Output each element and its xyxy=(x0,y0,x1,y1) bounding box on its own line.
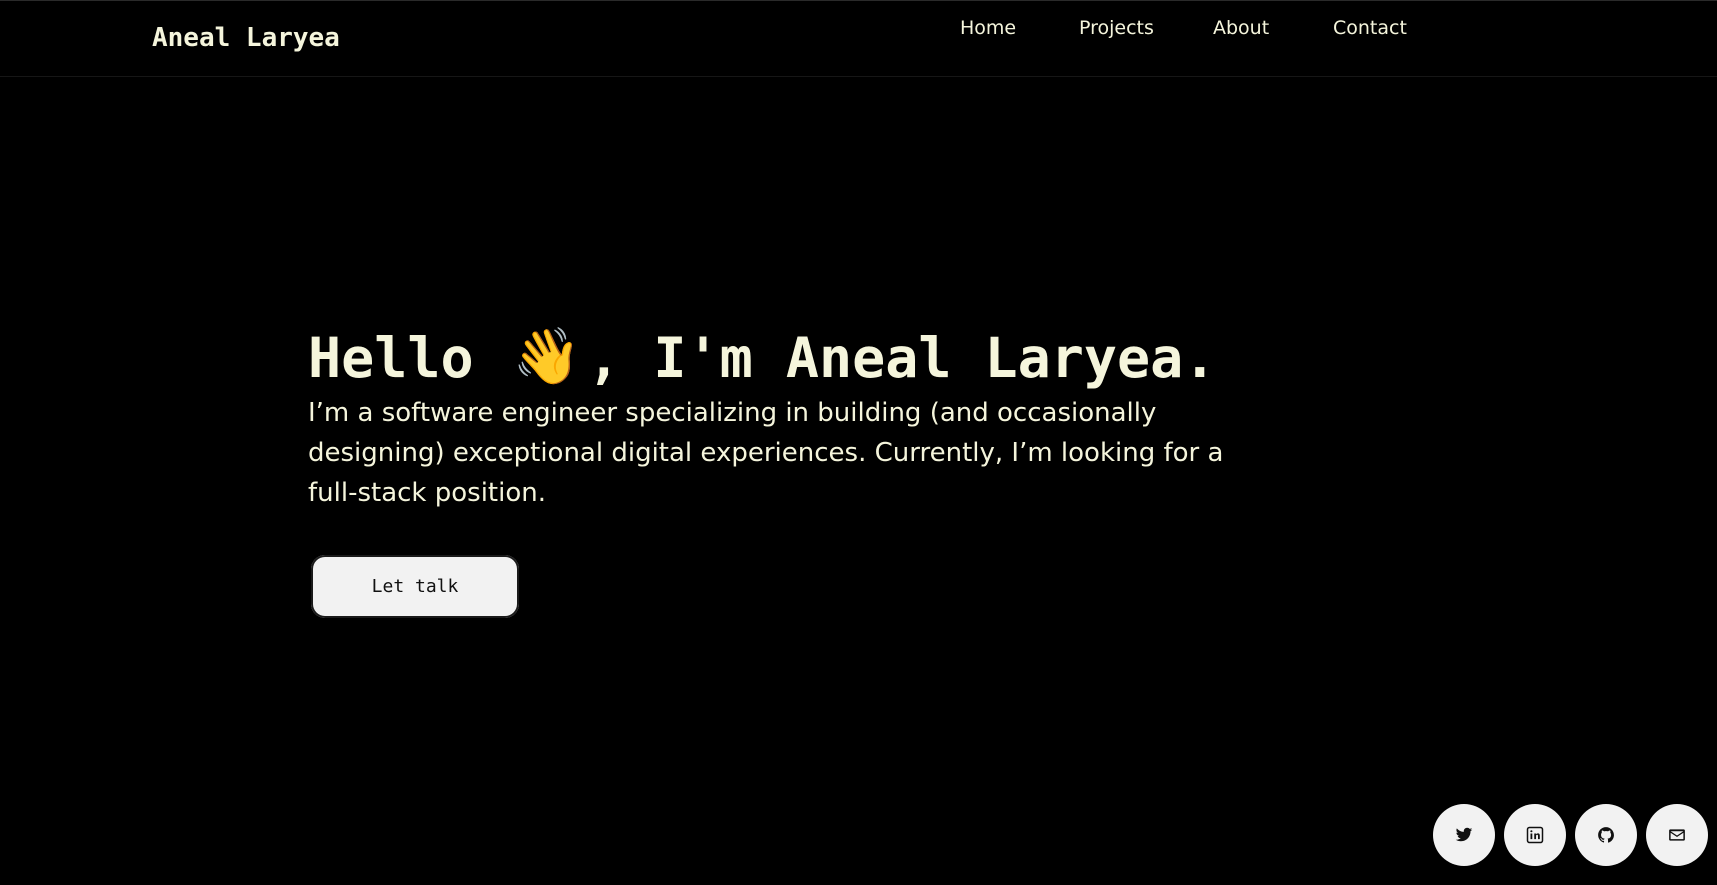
email-link-button[interactable] xyxy=(1646,804,1708,866)
waving-hand-icon: 👋 xyxy=(512,324,582,388)
linkedin-icon xyxy=(1526,826,1544,844)
social-links xyxy=(1433,804,1717,866)
hero-description: I’m a software engineer specializing in … xyxy=(308,398,1224,508)
mail-icon xyxy=(1669,829,1685,841)
linkedin-link-button[interactable] xyxy=(1504,804,1566,866)
top-navbar: Aneal Laryea Home Projects About Contact xyxy=(0,0,1717,77)
nav-link-contact[interactable]: Contact xyxy=(1333,17,1407,39)
twitter-link-button[interactable] xyxy=(1433,804,1495,866)
twitter-icon xyxy=(1455,827,1473,842)
brand-logo[interactable]: Aneal Laryea xyxy=(152,23,340,53)
lets-talk-button[interactable]: Let talk xyxy=(311,555,519,618)
nav-link-about[interactable]: About xyxy=(1213,17,1269,39)
github-icon xyxy=(1598,827,1614,843)
nav-link-home[interactable]: Home xyxy=(960,17,1016,39)
nav-link-projects[interactable]: Projects xyxy=(1079,17,1154,39)
hero-title-greeting: Hello xyxy=(308,326,474,390)
hero-title: Hello 👋, I'm Aneal Laryea. xyxy=(308,322,1216,394)
hero-title-name: , I'm Aneal Laryea. xyxy=(587,326,1217,390)
github-link-button[interactable] xyxy=(1575,804,1637,866)
